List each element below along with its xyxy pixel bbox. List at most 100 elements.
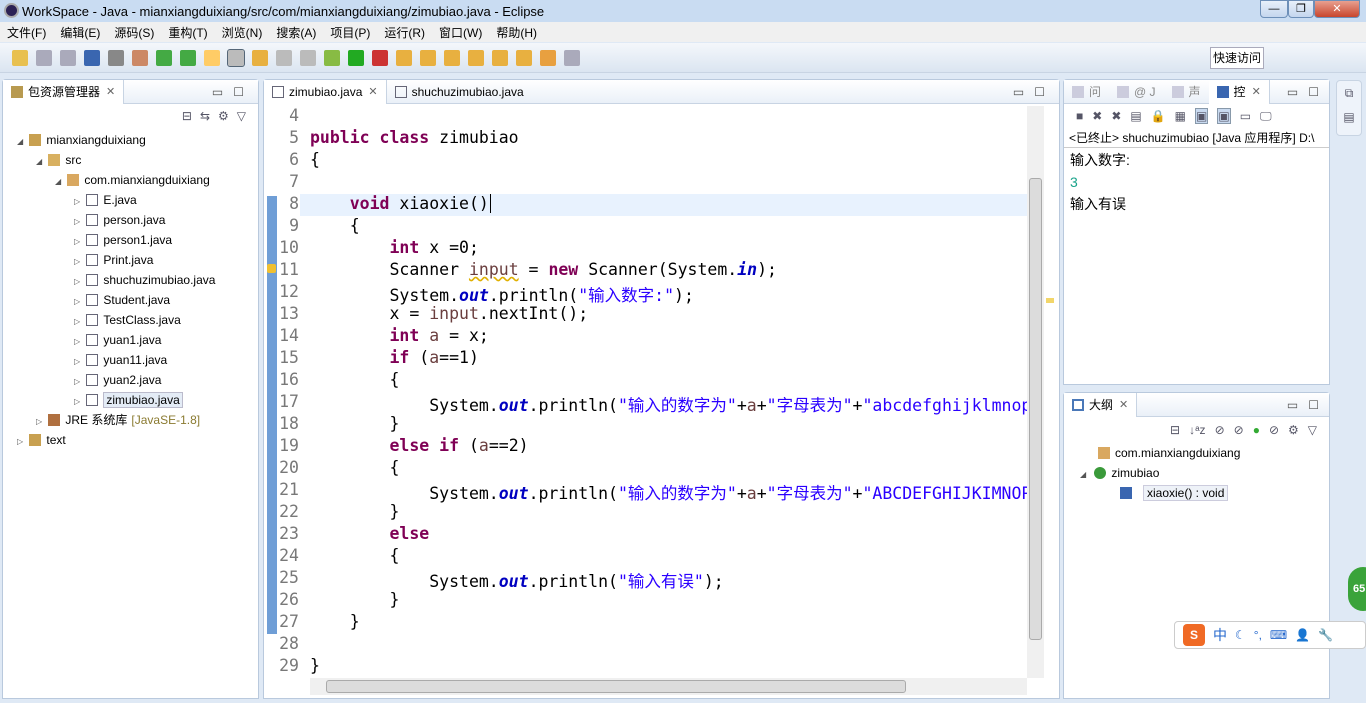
minimize-button[interactable]: —: [1260, 0, 1288, 18]
ime-toolbar[interactable]: S 中 ☾ °, ⌨ 👤 🔧: [1174, 621, 1366, 649]
expanded-arrow-icon[interactable]: ◢: [1080, 470, 1088, 479]
scrollbar-thumb[interactable]: [326, 680, 906, 693]
tab-zimubiao-java[interactable]: zimubiao.java ✕: [264, 79, 387, 104]
tab-outline[interactable]: 大纲 ✕: [1064, 392, 1138, 417]
menu-item[interactable]: 重构(T): [168, 24, 207, 41]
menu-item[interactable]: 帮助(H): [496, 24, 537, 41]
tree-item[interactable]: ◢ src: [3, 150, 258, 170]
toolbar-button[interactable]: [84, 49, 100, 66]
menu-item[interactable]: 运行(R): [384, 24, 425, 41]
maximize-button[interactable]: ❐: [1288, 0, 1314, 18]
tab-shuchuzimubiao-java[interactable]: shuchuzimubiao.java: [387, 80, 532, 104]
collapsed-arrow-icon[interactable]: ▷: [74, 277, 82, 286]
toolbar-button[interactable]: [300, 49, 316, 66]
toolbar-button[interactable]: [444, 49, 460, 66]
code-line[interactable]: }: [310, 590, 399, 609]
collapsed-arrow-icon[interactable]: ▷: [74, 297, 82, 306]
console-output[interactable]: 输入数字: 3 输入有误: [1064, 148, 1329, 216]
close-button[interactable]: ✕: [1314, 0, 1360, 18]
toolbar-button[interactable]: [516, 49, 532, 66]
hide-local-types-icon[interactable]: ⊘: [1269, 423, 1279, 437]
minimize-maximize-icons[interactable]: ▭ ☐: [1013, 85, 1045, 99]
code-line[interactable]: }: [310, 502, 399, 521]
sort-icon[interactable]: ↓ᵃz: [1189, 423, 1205, 437]
collapsed-arrow-icon[interactable]: ▷: [74, 317, 82, 326]
clear-console-icon[interactable]: ▤: [1130, 109, 1141, 123]
close-icon[interactable]: ✕: [106, 85, 115, 98]
tree-item[interactable]: ▷ Print.java: [3, 250, 258, 270]
tree-item[interactable]: ▷ yuan1.java: [3, 330, 258, 350]
view-menu-icon[interactable]: ▽: [237, 109, 246, 123]
scroll-lock-icon[interactable]: 🔒: [1151, 109, 1166, 123]
collapsed-arrow-icon[interactable]: ▷: [74, 397, 82, 406]
code-line[interactable]: Scanner input = new Scanner(System.in);: [310, 260, 776, 279]
menu-item[interactable]: 搜索(A): [276, 24, 316, 41]
code-line[interactable]: {: [310, 546, 399, 565]
tree-item[interactable]: ▷ text: [3, 430, 258, 450]
code-line[interactable]: x = input.nextInt();: [310, 304, 588, 323]
toolbar-button[interactable]: [180, 49, 196, 66]
tree-item[interactable]: ▷ Student.java: [3, 290, 258, 310]
close-icon[interactable]: ✕: [1252, 85, 1261, 98]
code-line[interactable]: int x =0;: [310, 238, 478, 257]
expanded-arrow-icon[interactable]: ◢: [36, 157, 44, 166]
menu-item[interactable]: 项目(P): [330, 24, 370, 41]
toolbar-button[interactable]: [492, 49, 508, 66]
toolbar-button[interactable]: [324, 49, 340, 66]
toolbar-button[interactable]: [60, 49, 76, 66]
close-icon[interactable]: ✕: [368, 85, 377, 98]
toolbar-button[interactable]: [12, 49, 28, 66]
minimize-maximize-icons[interactable]: ▭ ☐: [1287, 398, 1319, 412]
code-line[interactable]: public class zimubiao: [310, 128, 519, 147]
quick-access-input[interactable]: 快速访问: [1210, 47, 1264, 69]
collapsed-arrow-icon[interactable]: ▷: [74, 217, 82, 226]
code-line[interactable]: }: [310, 414, 399, 433]
tree-item[interactable]: ▷ yuan2.java: [3, 370, 258, 390]
code-line[interactable]: {: [310, 150, 320, 169]
outline-item[interactable]: xiaoxie() : void: [1064, 483, 1329, 503]
collapsed-arrow-icon[interactable]: ▷: [17, 437, 25, 446]
tab-console-1[interactable]: @ J: [1109, 80, 1164, 104]
toolbar-button[interactable]: [252, 49, 268, 66]
tree-item[interactable]: ▷ E.java: [3, 190, 258, 210]
toolbar-button[interactable]: [276, 49, 292, 66]
tab-console-2[interactable]: 声: [1164, 80, 1209, 104]
outline-item[interactable]: com.mianxiangduixiang: [1064, 443, 1329, 463]
code-line[interactable]: System.out.println("输入的数字为"+a+"字母表为"+"AB…: [310, 480, 1027, 504]
toolbar-button[interactable]: [468, 49, 484, 66]
tree-item[interactable]: ▷ yuan11.java: [3, 350, 258, 370]
filter-icon[interactable]: ⚙: [218, 109, 229, 123]
collapsed-arrow-icon[interactable]: ▷: [74, 377, 82, 386]
remove-all-icon[interactable]: ✖: [1111, 109, 1121, 123]
collapsed-arrow-icon[interactable]: ▷: [36, 417, 44, 426]
collapsed-arrow-icon[interactable]: ▷: [74, 357, 82, 366]
menu-item[interactable]: 源码(S): [114, 24, 154, 41]
toolbar-button[interactable]: [36, 49, 52, 66]
hide-static-icon[interactable]: ⊘: [1234, 423, 1244, 437]
terminate-icon[interactable]: ■: [1076, 109, 1083, 123]
menu-item[interactable]: 浏览(N): [222, 24, 263, 41]
minimize-maximize-icons[interactable]: ▭ ☐: [1287, 85, 1319, 99]
minimize-maximize-icons[interactable]: ▭ ☐: [212, 85, 244, 99]
code-line[interactable]: int a = x;: [310, 326, 488, 345]
toolbar-button[interactable]: [132, 49, 148, 66]
code-line[interactable]: {: [310, 370, 399, 389]
link-editor-icon[interactable]: ⇆: [200, 109, 210, 123]
menu-item[interactable]: 编辑(E): [60, 24, 100, 41]
tab-console-0[interactable]: 问: [1064, 80, 1109, 104]
user-icon[interactable]: 👤: [1295, 628, 1310, 642]
toolbar-button[interactable]: [420, 49, 436, 66]
open-console-icon[interactable]: 🖵: [1260, 109, 1272, 124]
code-line[interactable]: void xiaoxie()​: [310, 194, 491, 213]
hide-fields-icon[interactable]: ⊘: [1215, 423, 1225, 437]
code-line[interactable]: {: [310, 458, 399, 477]
focus-icon[interactable]: ⚙: [1288, 423, 1299, 437]
keyboard-icon[interactable]: ⌨: [1270, 628, 1287, 642]
code-line[interactable]: else if (a==2): [310, 436, 528, 455]
horizontal-scrollbar[interactable]: [310, 678, 1027, 695]
tree-item[interactable]: ▷ shuchuzimubiao.java: [3, 270, 258, 290]
code-line[interactable]: System.out.println("输入数字:");: [310, 282, 693, 306]
outline-item[interactable]: ◢ zimubiao: [1064, 463, 1329, 483]
tree-item[interactable]: ◢ com.mianxiangduixiang: [3, 170, 258, 190]
code-editor[interactable]: 4 5 public class zimubiao 6 {7 8 void xiaoxie…: [263, 106, 1027, 678]
